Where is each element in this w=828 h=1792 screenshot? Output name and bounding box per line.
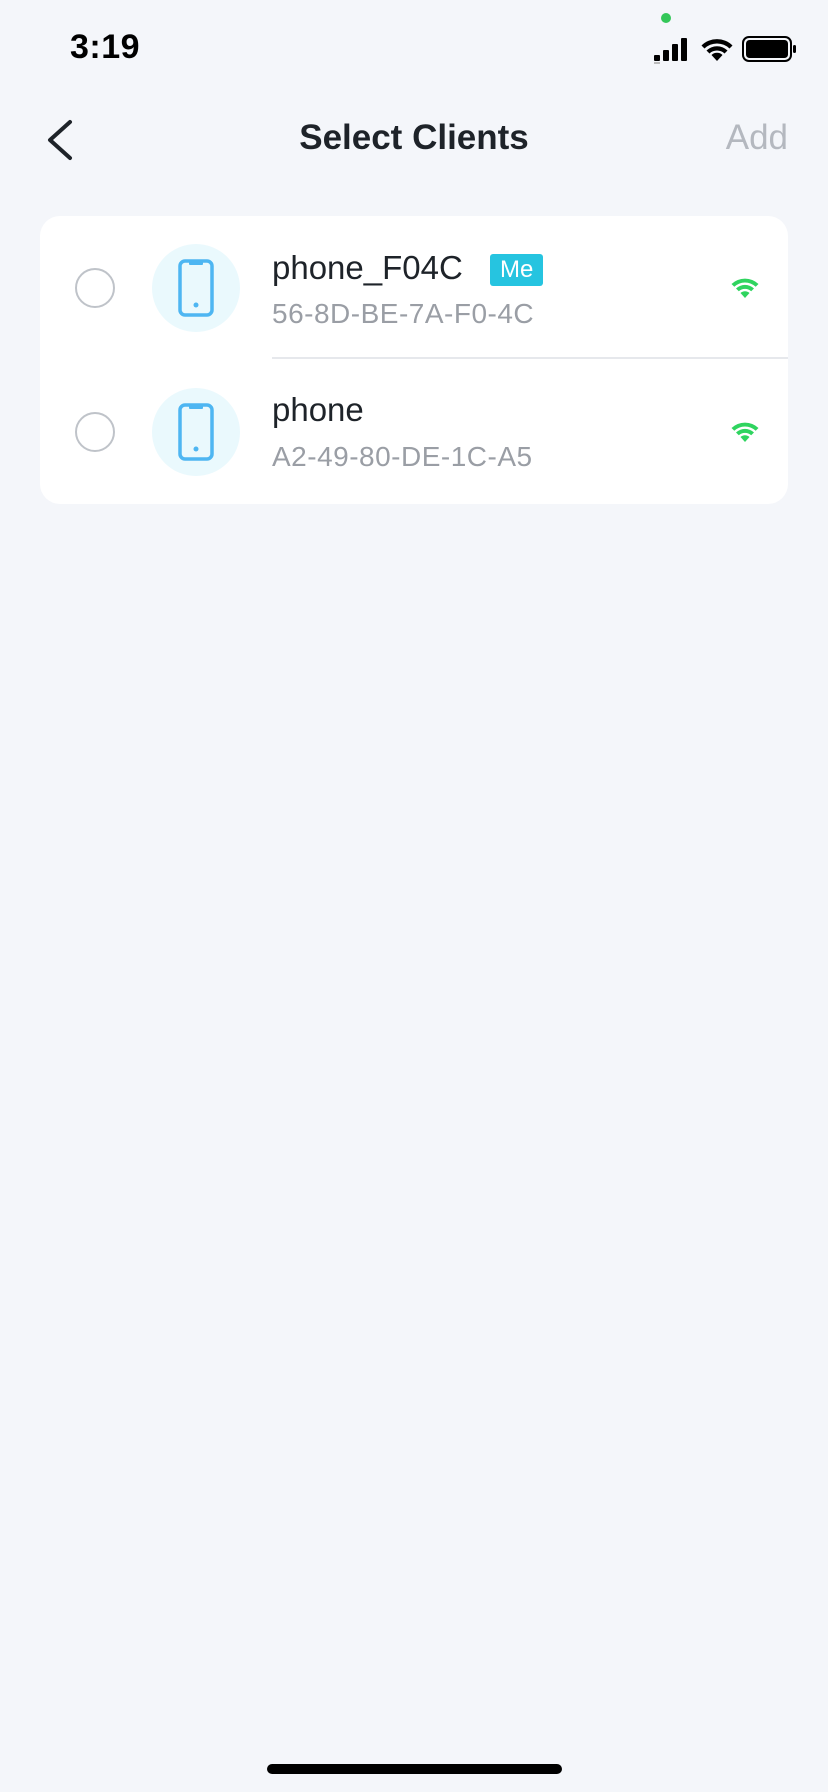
client-row[interactable]: phone A2-49-80-DE-1C-A5 bbox=[40, 359, 788, 504]
device-avatar bbox=[152, 243, 240, 332]
status-time: 3:19 bbox=[70, 28, 141, 66]
select-radio[interactable] bbox=[75, 267, 115, 308]
phone-icon bbox=[178, 258, 214, 317]
add-button[interactable]: Add bbox=[726, 118, 788, 158]
wifi-signal-icon bbox=[731, 422, 759, 442]
cellular-signal-icon bbox=[654, 38, 687, 64]
client-name: phone bbox=[272, 391, 364, 428]
client-mac-address: A2-49-80-DE-1C-A5 bbox=[272, 441, 533, 472]
page-title: Select Clients bbox=[299, 118, 529, 157]
select-radio[interactable] bbox=[75, 411, 115, 452]
phone-icon bbox=[178, 402, 214, 461]
client-name: phone_F04C bbox=[272, 249, 463, 286]
me-badge: Me bbox=[490, 254, 544, 286]
privacy-indicator-dot bbox=[661, 13, 671, 23]
client-mac-address: 56-8D-BE-7A-F0-4C bbox=[272, 298, 535, 329]
client-row[interactable]: phone_F04C Me 56-8D-BE-7A-F0-4C bbox=[40, 216, 788, 359]
device-avatar bbox=[152, 387, 240, 476]
wifi-signal-icon bbox=[731, 278, 759, 298]
client-list: phone_F04C Me 56-8D-BE-7A-F0-4C phone A2… bbox=[40, 216, 788, 504]
status-bar: 3:19 bbox=[0, 0, 828, 100]
wifi-status-icon bbox=[701, 39, 733, 61]
home-indicator[interactable] bbox=[267, 1764, 562, 1774]
battery-icon bbox=[742, 36, 796, 62]
